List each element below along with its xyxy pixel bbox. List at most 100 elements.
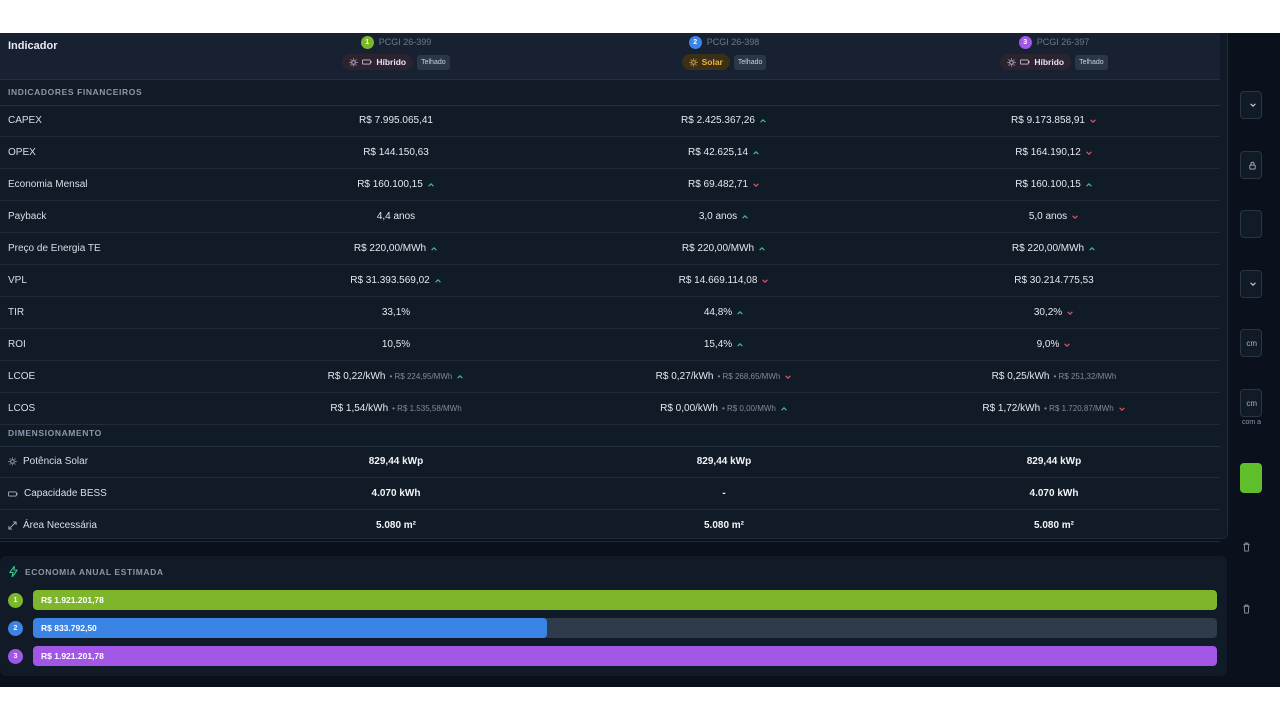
trend-up-icon: [741, 213, 749, 221]
table-cell: R$ 220,00/MWh: [236, 233, 556, 264]
economy-bar-track: R$ 1.921.201,78: [33, 590, 1217, 610]
cell-value: 10,5%: [381, 339, 411, 350]
table-cell: R$ 9.173.858,91: [894, 105, 1214, 136]
system-type-badge: Híbrido: [342, 54, 414, 70]
table-row: ROI 10,5% 15,4% 9,0%: [0, 329, 1220, 361]
project-column-header: 2 PCGI 26-398 Solar Telhado: [634, 35, 814, 75]
trend-down-icon: [1071, 213, 1079, 221]
table-cell: R$ 2.425.367,26: [564, 105, 884, 136]
table-cell: R$ 7.995.065,41: [236, 105, 556, 136]
trend-down-icon: [784, 373, 792, 381]
table-row: Capacidade BESS 4.070 kWh - 4.070 kWh: [0, 478, 1220, 510]
cell-subvalue: • R$ 1.720,87/MWh: [1044, 404, 1114, 413]
table-cell: 5.080 m²: [894, 510, 1214, 541]
sun-icon: [689, 57, 698, 67]
economy-bar-value: R$ 1.921.201,78: [41, 651, 104, 661]
annual-economy-panel: ECONOMIA ANUAL ESTIMADA 1 R$ 1.921.201,78…: [0, 556, 1227, 676]
table-cell: R$ 42.625,14: [564, 137, 884, 168]
battery-icon: [1020, 58, 1030, 66]
cell-value: R$ 14.669.114,08: [678, 275, 758, 286]
row-label: Capacidade BESS: [8, 478, 107, 509]
indicator-header: Indicador: [8, 40, 58, 52]
table-cell: 829,44 kWp: [894, 446, 1214, 477]
trend-down-icon: [761, 277, 769, 285]
economy-bar-row: 1 R$ 1.921.201,78: [8, 590, 1218, 610]
table-cell: R$ 220,00/MWh: [894, 233, 1214, 264]
cell-value: 4.070 kWh: [1029, 488, 1079, 499]
project-column-header: 1 PCGI 26-399 Híbrido Telhado: [306, 35, 486, 75]
project-number-badge: 3: [1018, 35, 1032, 49]
cell-value: 30,2%: [1033, 307, 1063, 318]
row-label: TIR: [8, 297, 24, 328]
trash-icon[interactable]: [1242, 539, 1251, 557]
side-input[interactable]: [1240, 210, 1262, 238]
economy-bar-value: R$ 833.792,50: [41, 623, 97, 633]
economy-bar-value: R$ 1.921.201,78: [41, 595, 104, 605]
sun-icon: [349, 57, 358, 67]
chevron-down-icon: [1250, 282, 1256, 286]
cell-value: R$ 164.190,12: [1015, 147, 1081, 158]
section-title: DIMENSIONAMENTO: [8, 428, 102, 438]
table-cell: R$ 31.393.569,02: [236, 265, 556, 296]
app-window: Indicador 1 PCGI 26-399 Híbrido Telhado 2 PCG…: [0, 33, 1280, 687]
row-label-text: Payback: [8, 211, 47, 222]
cell-value: 5,0 anos: [1028, 211, 1068, 222]
table-cell: 5.080 m²: [236, 510, 556, 541]
side-cm-field-1[interactable]: cm: [1240, 329, 1262, 357]
trend-up-icon: [1085, 181, 1093, 189]
side-select[interactable]: [1240, 91, 1262, 119]
unit-label: cm: [1246, 338, 1257, 348]
trend-up-icon: [736, 341, 744, 349]
side-select-2[interactable]: [1240, 270, 1262, 298]
side-note: com a: [1242, 419, 1262, 426]
sun-icon: [8, 457, 17, 466]
system-type-badge: Solar: [681, 54, 730, 70]
side-lock-field[interactable]: [1240, 151, 1262, 179]
cell-value: 829,44 kWp: [1026, 456, 1082, 467]
project-number-badge: 2: [8, 621, 23, 636]
annual-economy-title-text: ECONOMIA ANUAL ESTIMADA: [25, 566, 164, 577]
cell-value: 5.080 m²: [1033, 520, 1075, 531]
table-cell: 33,1%: [236, 297, 556, 328]
row-label-text: LCOS: [8, 403, 36, 414]
cell-value: R$ 220,00/MWh: [353, 243, 427, 254]
table-row: LCOE R$ 0,22/kWh • R$ 224,95/MWh R$ 0,27/kW…: [0, 361, 1220, 393]
economy-bar-fill: R$ 1.921.201,78: [33, 646, 1217, 666]
lock-icon: [1249, 161, 1256, 170]
row-label-text: Preço de Energia TE: [8, 243, 101, 254]
row-label: LCOE: [8, 361, 35, 392]
trash-icon[interactable]: [1242, 601, 1251, 619]
installation-tag: Telhado: [417, 54, 450, 70]
table-cell: R$ 164.190,12: [894, 137, 1214, 168]
comparison-table: Indicador 1 PCGI 26-399 Híbrido Telhado 2 PCG…: [0, 33, 1228, 542]
table-row: OPEX R$ 144.150,63 R$ 42.625,14 R$ 164.190,…: [0, 137, 1220, 169]
row-label-text: ROI: [8, 339, 26, 350]
table-cell: R$ 144.150,63: [236, 137, 556, 168]
cell-value: 5.080 m²: [703, 520, 745, 531]
economy-bar-track: R$ 833.792,50: [33, 618, 1217, 638]
cell-value: R$ 0,22/kWh: [327, 371, 386, 382]
side-green-button[interactable]: [1240, 463, 1262, 493]
row-label: Área Necessária: [8, 510, 97, 541]
row-label-text: Área Necessária: [23, 520, 97, 531]
row-label: VPL: [8, 265, 27, 296]
side-cm-field-2[interactable]: cm: [1240, 389, 1262, 417]
cell-value: R$ 7.995.065,41: [359, 115, 433, 126]
cell-value: R$ 31.393.569,02: [350, 275, 430, 286]
project-number-badge: 2: [688, 35, 702, 49]
cell-value: 5.080 m²: [375, 520, 417, 531]
table-cell: -: [564, 478, 884, 509]
economy-bar-track: R$ 1.921.201,78: [33, 646, 1217, 666]
table-cell: R$ 69.482,71: [564, 169, 884, 200]
battery-icon: [8, 490, 18, 498]
installation-tag: Telhado: [1075, 54, 1108, 70]
trend-down-icon: [1066, 309, 1074, 317]
trend-up-icon: [434, 277, 442, 285]
cell-subvalue: • R$ 0,00/MWh: [721, 404, 776, 413]
cell-value: R$ 220,00/MWh: [1011, 243, 1085, 254]
cell-value: 829,44 kWp: [696, 456, 752, 467]
table-cell: R$ 160.100,15: [894, 169, 1214, 200]
table-cell: 10,5%: [236, 329, 556, 360]
table-cell: 5.080 m²: [564, 510, 884, 541]
cell-value: R$ 9.173.858,91: [1011, 115, 1085, 126]
